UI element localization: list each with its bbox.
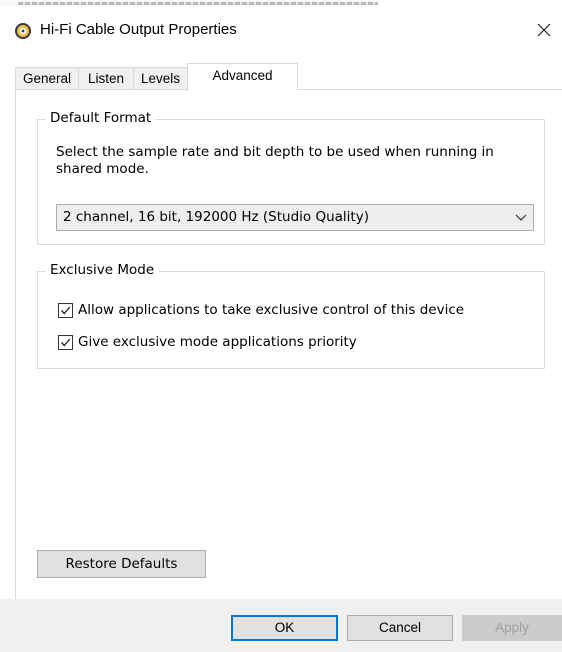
close-icon	[537, 23, 551, 37]
title-bar[interactable]: Hi-Fi Cable Output Properties	[0, 8, 562, 54]
exclusive-control-label: Allow applications to take exclusive con…	[78, 302, 465, 318]
default-format-description: Select the sample rate and bit depth to …	[56, 144, 494, 177]
ok-button[interactable]: OK	[231, 615, 338, 641]
tab-listen[interactable]: Listen	[78, 67, 134, 89]
apply-button[interactable]: Apply	[462, 615, 562, 641]
exclusive-priority-checkbox[interactable]	[58, 334, 73, 350]
speaker-icon	[14, 22, 32, 40]
exclusive-priority-option[interactable]: Give exclusive mode applications priorit…	[58, 333, 357, 351]
chevron-down-icon	[515, 214, 527, 221]
properties-dialog: Hi-Fi Cable Output Properties General Li…	[0, 0, 562, 652]
exclusive-control-checkbox[interactable]	[58, 302, 73, 318]
sample-rate-selected-value: 2 channel, 16 bit, 192000 Hz (Studio Qua…	[63, 209, 369, 225]
tab-levels[interactable]: Levels	[133, 67, 188, 89]
exclusive-mode-group: Exclusive Mode Allow applications to tak…	[37, 262, 545, 369]
window-title: Hi-Fi Cable Output Properties	[40, 21, 237, 38]
restore-defaults-button[interactable]: Restore Defaults	[37, 550, 206, 578]
tab-general[interactable]: General	[15, 67, 79, 89]
background-window-edge	[0, 0, 380, 6]
exclusive-control-option[interactable]: Allow applications to take exclusive con…	[58, 301, 464, 319]
cancel-button[interactable]: Cancel	[347, 615, 453, 641]
checkmark-icon	[61, 338, 71, 346]
exclusive-mode-legend: Exclusive Mode	[46, 262, 159, 278]
default-format-group: Default Format Select the sample rate an…	[37, 110, 545, 245]
checkmark-icon	[61, 306, 71, 314]
tab-advanced[interactable]: Advanced	[187, 63, 298, 91]
sample-rate-dropdown[interactable]: 2 channel, 16 bit, 192000 Hz (Studio Qua…	[56, 204, 534, 231]
default-format-legend: Default Format	[46, 110, 156, 126]
close-button[interactable]	[530, 16, 558, 44]
exclusive-priority-label: Give exclusive mode applications priorit…	[78, 334, 357, 350]
